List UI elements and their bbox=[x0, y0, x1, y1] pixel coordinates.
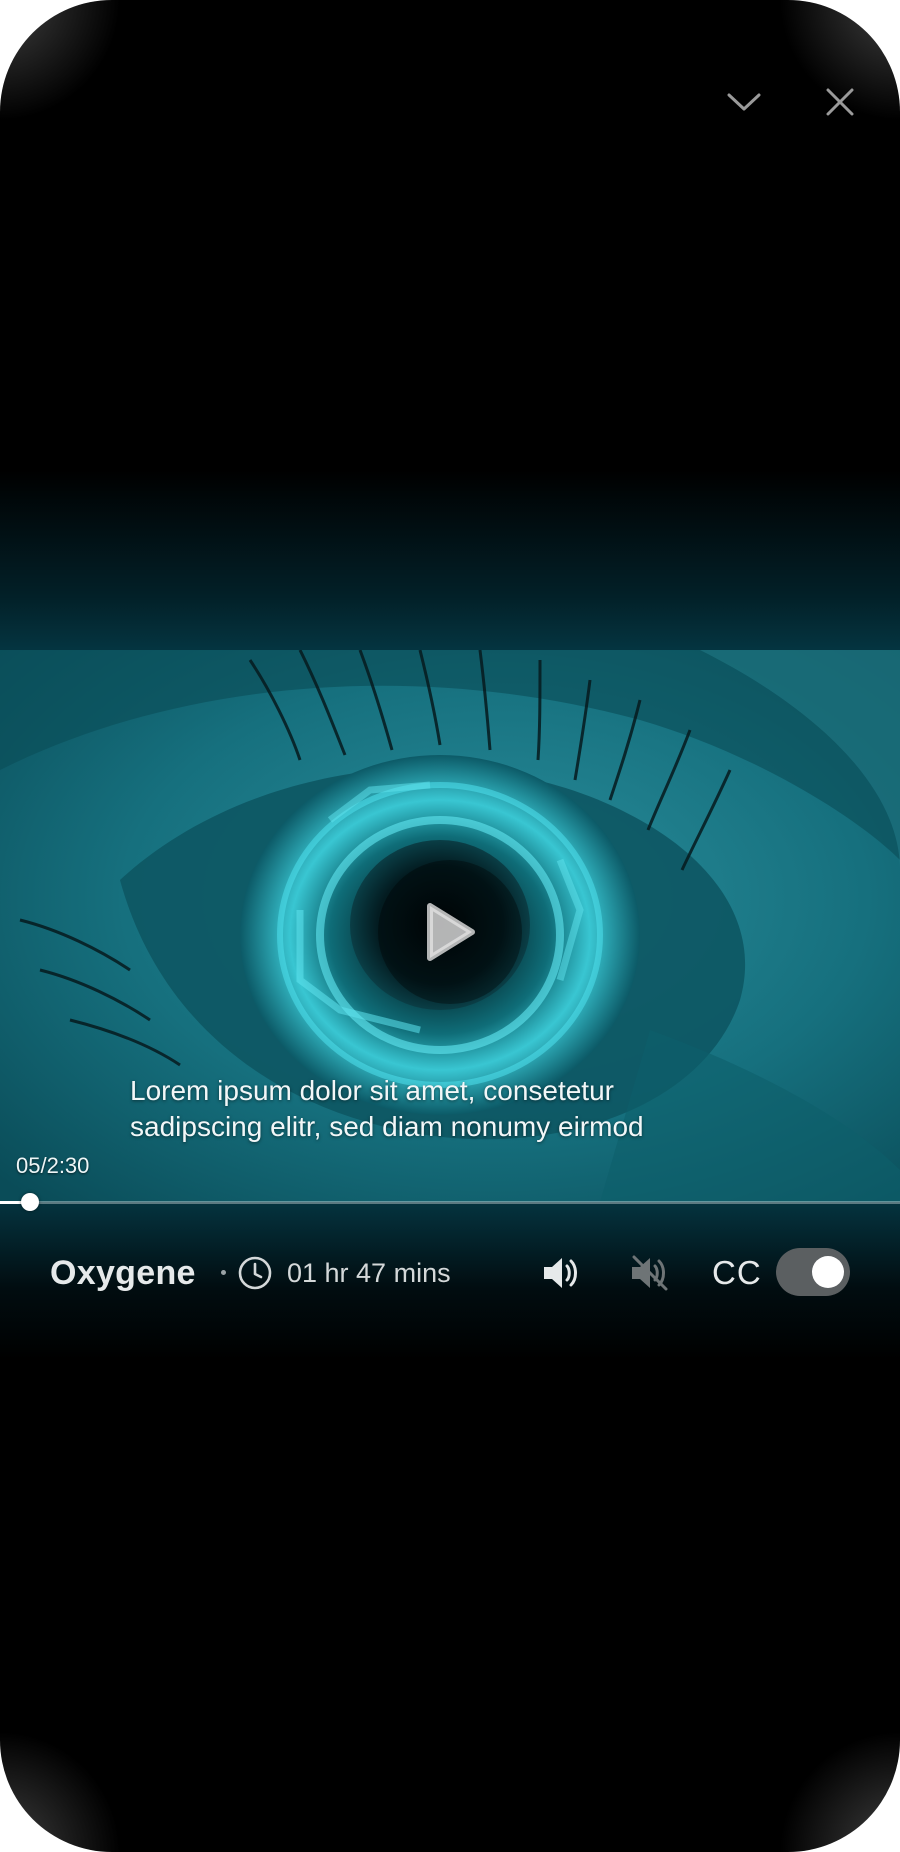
movie-title: Oxygene bbox=[50, 1254, 196, 1292]
subtitle-text: Lorem ipsum dolor sit amet, consetetur s… bbox=[130, 1073, 770, 1145]
cc-label: CC bbox=[712, 1254, 762, 1291]
time-readout: 05/2:30 bbox=[16, 1153, 90, 1178]
window-controls bbox=[722, 80, 862, 124]
progress-bar[interactable] bbox=[0, 1193, 900, 1211]
info-bar: Oxygene 01 hr 47 mins CC bbox=[0, 1248, 900, 1298]
progress-thumb[interactable] bbox=[21, 1193, 39, 1211]
movie-duration: 01 hr 47 mins bbox=[287, 1258, 451, 1288]
top-glow bbox=[0, 470, 900, 650]
play-icon bbox=[427, 903, 475, 961]
close-icon[interactable] bbox=[818, 80, 862, 124]
subtitle-line: Lorem ipsum dolor sit amet, consetetur bbox=[130, 1075, 614, 1106]
player-screen: Lorem ipsum dolor sit amet, consetetur s… bbox=[0, 0, 900, 1852]
cc-toggle[interactable] bbox=[776, 1248, 850, 1296]
volume-on-icon[interactable] bbox=[540, 1253, 582, 1293]
cc-toggle-knob bbox=[812, 1256, 844, 1288]
separator-dot bbox=[221, 1270, 226, 1275]
chevron-down-icon[interactable] bbox=[722, 80, 766, 124]
volume-muted-icon[interactable] bbox=[628, 1253, 670, 1293]
video-frame[interactable]: Lorem ipsum dolor sit amet, consetetur s… bbox=[0, 650, 900, 1202]
play-button[interactable] bbox=[378, 860, 522, 1004]
subtitle-line: sadipscing elitr, sed diam nonumy eirmod bbox=[130, 1111, 644, 1142]
clock-icon bbox=[238, 1256, 272, 1290]
progress-track bbox=[0, 1201, 900, 1204]
